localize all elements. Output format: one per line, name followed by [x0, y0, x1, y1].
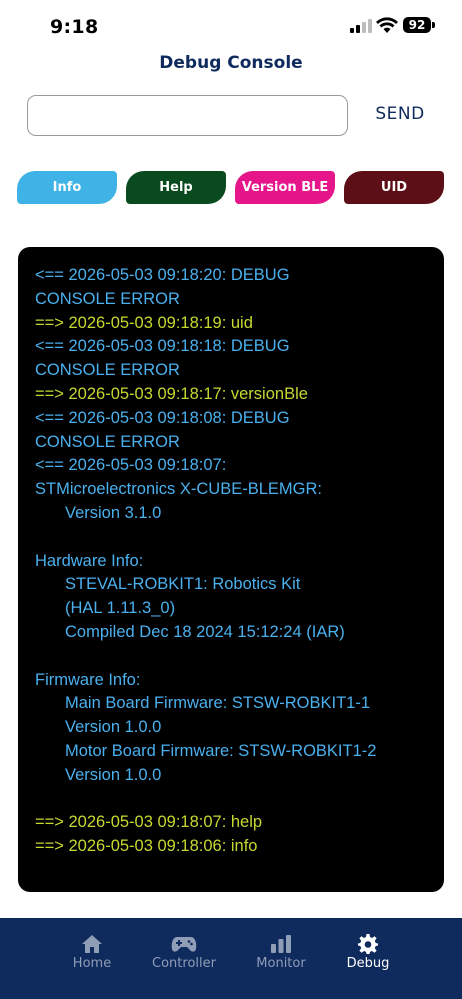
send-button[interactable]: SEND — [368, 104, 432, 130]
console-line-received: STEVAL-ROBKIT1: Robotics Kit — [65, 575, 301, 594]
console-line-received: Version 1.0.0 — [65, 718, 162, 737]
page-title: Debug Console — [159, 53, 303, 73]
tab-label: Monitor — [256, 956, 306, 971]
home-icon — [52, 934, 132, 954]
console-line-received: Firmware Info: — [35, 670, 141, 689]
console-line-received: Compiled Dec 18 2024 15:12:24 (IAR) — [65, 622, 345, 641]
console-line-received: Version 3.1.0 — [65, 503, 162, 522]
console-line-received: STMicroelectronics X-CUBE-BLEMGR: — [35, 480, 322, 499]
battery-indicator: 92 — [403, 17, 431, 33]
tab-home[interactable]: Home — [52, 934, 132, 971]
command-input[interactable] — [27, 95, 348, 136]
tab-debug[interactable]: Debug — [328, 934, 408, 971]
tab-label: Home — [72, 956, 112, 971]
tab-label: Controller — [152, 956, 216, 971]
quick-button-version-ble[interactable]: Version BLE — [235, 171, 335, 204]
quick-button-uid[interactable]: UID — [344, 171, 444, 204]
console-line-received: CONSOLE ERROR — [35, 361, 180, 380]
console-line-received: Motor Board Firmware: STSW-ROBKIT1-2 — [65, 741, 377, 760]
console-line-sent: ==> 2026-05-03 09:18:07: help — [35, 813, 263, 832]
quick-button-info[interactable]: Info — [17, 171, 117, 204]
quick-button-help[interactable]: Help — [126, 171, 226, 204]
console-line-sent: ==> 2026-05-03 09:18:17: versionBle — [35, 384, 308, 403]
console-line-sent: ==> 2026-05-03 09:18:19: uid — [35, 313, 253, 332]
console-line-received: CONSOLE ERROR — [35, 289, 180, 308]
cellular-signal-icon — [350, 19, 372, 33]
console-line-received: CONSOLE ERROR — [35, 432, 180, 451]
status-time: 9:18 — [50, 16, 99, 38]
status-bar: 9:18 92 — [0, 0, 462, 52]
tab-controller[interactable]: Controller — [144, 934, 224, 971]
console-line-received: Hardware Info: — [35, 551, 144, 570]
console-output[interactable]: <== 2026-05-03 09:18:20: DEBUG CONSOLE ER… — [18, 247, 444, 892]
wifi-icon — [376, 17, 398, 33]
battery-tip — [432, 22, 435, 28]
console-line-received: <== 2026-05-03 09:18:20: DEBUG — [35, 266, 290, 284]
tab-bar: Home Controller Monitor Debug — [0, 918, 462, 999]
console-line-received: Main Board Firmware: STSW-ROBKIT1-1 — [65, 694, 371, 713]
gear-icon — [328, 934, 408, 954]
tab-label: Debug — [346, 956, 390, 971]
tab-monitor[interactable]: Monitor — [241, 934, 321, 971]
bar-chart-icon — [241, 934, 321, 954]
console-line-sent: ==> 2026-05-03 09:18:06: info — [35, 837, 258, 856]
console-line-received: <== 2026-05-03 09:18:07: — [35, 456, 227, 475]
gamepad-icon — [144, 934, 224, 954]
console-line-received: <== 2026-05-03 09:18:18: DEBUG — [35, 337, 290, 356]
console-line-received: (HAL 1.11.3_0) — [65, 599, 176, 618]
console-line-received: Version 1.0.0 — [65, 765, 162, 784]
console-line-received: <== 2026-05-03 09:18:08: DEBUG — [35, 408, 290, 427]
